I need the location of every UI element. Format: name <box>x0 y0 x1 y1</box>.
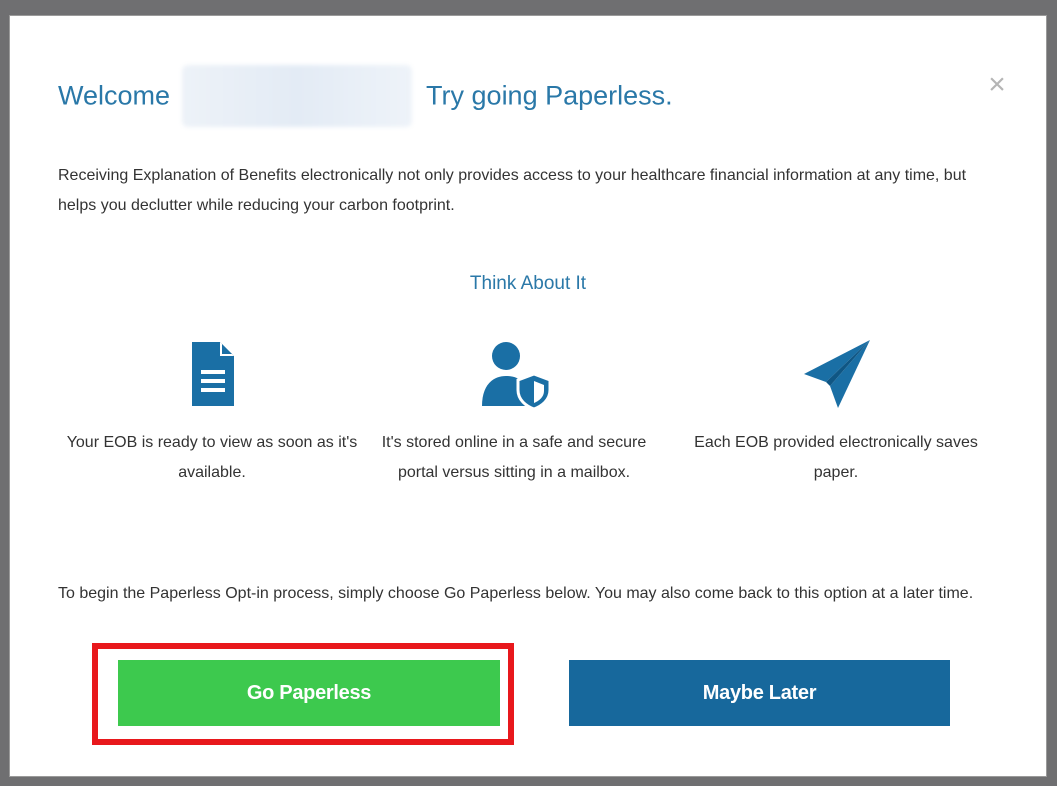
user-shield-icon <box>474 334 554 414</box>
feature-text: It's stored online in a safe and secure … <box>381 434 647 481</box>
dialog-title: Welcome Try going Paperless. <box>58 65 673 127</box>
feature-saves-paper: Each EOB provided electronically saves p… <box>686 334 986 488</box>
document-icon <box>172 334 252 414</box>
redacted-user-name <box>182 65 413 127</box>
opt-in-instructions: To begin the Paperless Opt-in process, s… <box>58 585 974 602</box>
title-welcome: Welcome <box>58 80 171 111</box>
go-paperless-button[interactable]: Go Paperless <box>118 660 500 726</box>
paper-plane-icon <box>796 334 876 414</box>
feature-ready-to-view: Your EOB is ready to view as soon as it'… <box>62 334 362 488</box>
paperless-dialog: Welcome Try going Paperless. × Receiving … <box>10 16 1046 776</box>
close-icon[interactable]: × <box>982 68 1012 101</box>
think-about-it-heading: Think About It <box>469 273 587 294</box>
maybe-later-button[interactable]: Maybe Later <box>569 660 950 726</box>
feature-text: Each EOB provided electronically saves p… <box>694 434 978 481</box>
feature-secure-portal: It's stored online in a safe and secure … <box>364 334 664 488</box>
intro-text: Receiving Explanation of Benefits electr… <box>58 167 967 214</box>
title-try-paperless: Try going Paperless. <box>426 80 673 111</box>
feature-text: Your EOB is ready to view as soon as it'… <box>66 434 358 481</box>
